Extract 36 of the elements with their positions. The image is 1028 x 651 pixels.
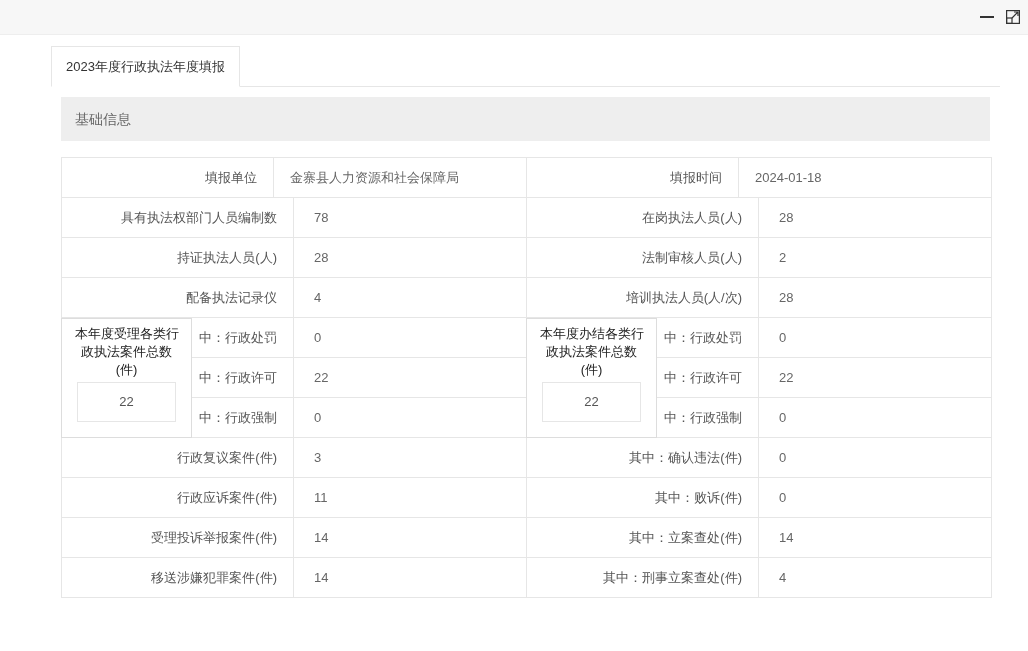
table-cell: 22 xyxy=(759,358,992,398)
table-cell: 78 xyxy=(294,198,527,238)
table-cell: 14 xyxy=(294,558,527,598)
table-cell: 28 xyxy=(759,278,992,318)
table-cell: 3 xyxy=(294,438,527,478)
table-cell: 0 xyxy=(759,438,992,478)
table-cell: 28 xyxy=(294,238,527,278)
table-cell: 28 xyxy=(759,198,992,238)
table-cell: 填报单位 xyxy=(62,158,274,198)
table-cell: 其中：刑事立案查处(件) xyxy=(527,558,759,598)
table-cell: 11 xyxy=(294,478,527,518)
table-cell: 14 xyxy=(294,518,527,558)
table-cell: 受理投诉举报案件(件) xyxy=(62,518,294,558)
table-cell: 4 xyxy=(759,558,992,598)
table-cell: 金寨县人力资源和社会保障局 xyxy=(274,158,527,198)
table-cell: 0 xyxy=(759,318,992,358)
table-cell: 在岗执法人员(人) xyxy=(527,198,759,238)
table-cell: 14 xyxy=(759,518,992,558)
section-header: 基础信息 xyxy=(61,97,990,141)
table-cell: 具有执法权部门人员编制数 xyxy=(62,198,294,238)
table-cell: 0 xyxy=(759,478,992,518)
table-cell: 移送涉嫌犯罪案件(件) xyxy=(62,558,294,598)
table-cell: 4 xyxy=(294,278,527,318)
total-field[interactable]: 22 xyxy=(542,382,641,422)
table-cell: 其中：立案查处(件) xyxy=(527,518,759,558)
maximize-icon[interactable] xyxy=(1006,10,1020,24)
table-cell: 填报时间 xyxy=(527,158,739,198)
table-cell: 2024-01-18 xyxy=(739,158,992,198)
table-cell: 法制审核人员(人) xyxy=(527,238,759,278)
table-cell: 2 xyxy=(759,238,992,278)
table-cell: 0 xyxy=(759,398,992,438)
total-field[interactable]: 22 xyxy=(77,382,176,422)
table-cell: 其中：败诉(件) xyxy=(527,478,759,518)
table-cell: 行政应诉案件(件) xyxy=(62,478,294,518)
tab[interactable]: 2023年度行政执法年度填报 xyxy=(51,46,240,87)
table-cell: 持证执法人员(人) xyxy=(62,238,294,278)
